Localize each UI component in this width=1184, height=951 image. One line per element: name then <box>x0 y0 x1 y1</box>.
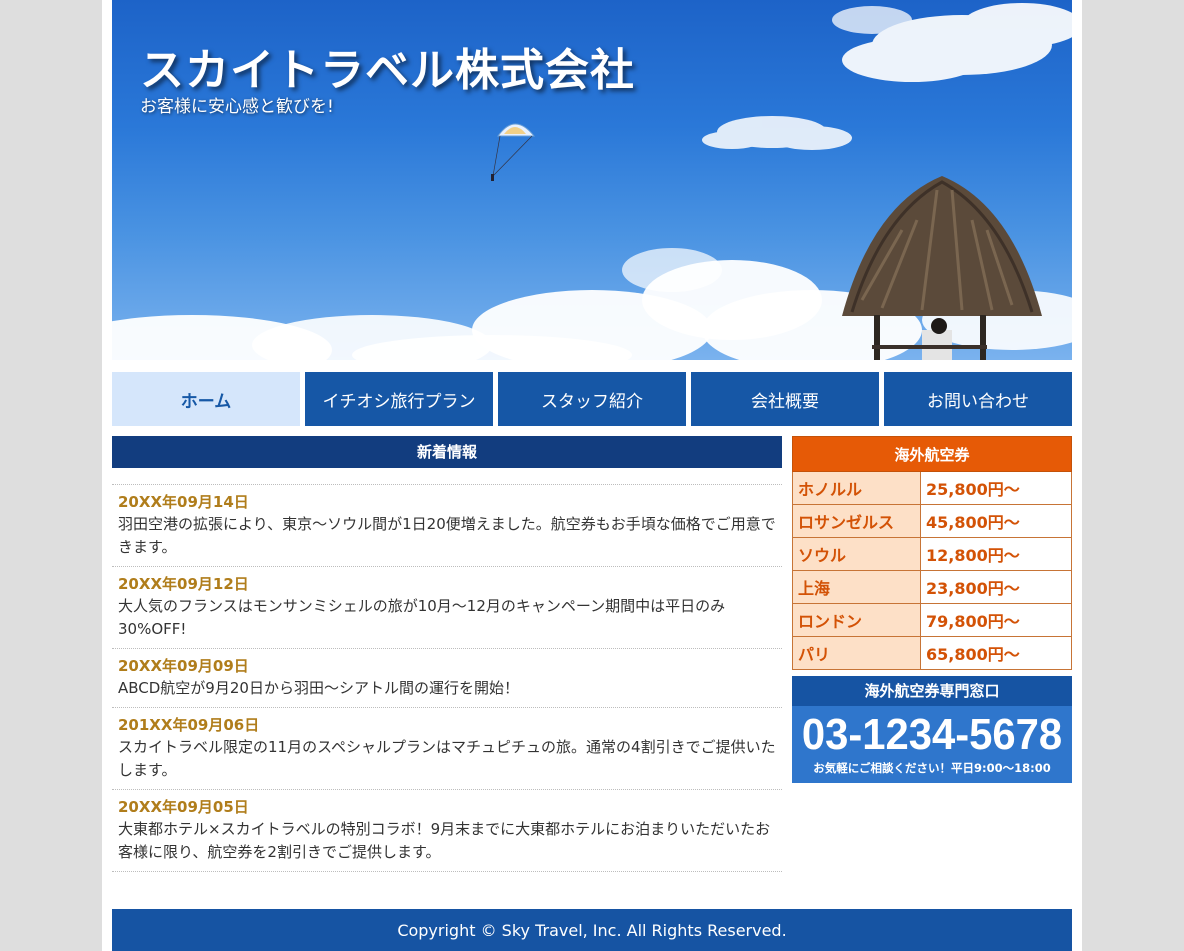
site-title: スカイトラベル株式会社 <box>140 45 635 96</box>
news-date: 20XX年09月12日 <box>118 575 249 593</box>
fare-row: パリ 65,800円～ <box>792 636 1072 670</box>
fare-price: 25,800円～ <box>920 471 1072 505</box>
fare-city: 上海 <box>792 570 921 604</box>
fare-price: 79,800円～ <box>920 603 1072 637</box>
news-text: 大東都ホテル×スカイトラベルの特別コラボ！9月末までに大東都ホテルにお泊まりいた… <box>118 820 771 861</box>
fare-row: ロサンゼルス 45,800円～ <box>792 504 1072 538</box>
fare-city: ソウル <box>792 537 921 571</box>
news-heading: 新着情報 <box>112 436 782 468</box>
fare-row: 上海 23,800円～ <box>792 570 1072 604</box>
nav-item-contact[interactable]: お問い合わせ <box>884 372 1072 426</box>
news-date: 201XX年09月06日 <box>118 716 260 734</box>
fare-price: 65,800円～ <box>920 636 1072 670</box>
fare-city: パリ <box>792 636 921 670</box>
nav-item-staff[interactable]: スタッフ紹介 <box>498 372 686 426</box>
news-text: 大人気のフランスはモンサンミシェルの旅が10月～12月のキャンペーン期間中は平日… <box>118 597 726 638</box>
news-item: 20XX年09月09日 ABCD航空が9月20日から羽田～シアトル間の運行を開始… <box>112 649 782 708</box>
fare-row: ホノルル 25,800円～ <box>792 471 1072 505</box>
fare-table-heading: 海外航空券 <box>792 436 1072 472</box>
nav-item-featured-plans[interactable]: イチオシ旅行プラン <box>305 372 493 426</box>
news-date: 20XX年09月09日 <box>118 657 249 675</box>
fare-city: ロサンゼルス <box>792 504 921 538</box>
news-date: 20XX年09月05日 <box>118 798 249 816</box>
contact-heading: 海外航空券専門窓口 <box>792 676 1072 706</box>
fare-row: ソウル 12,800円～ <box>792 537 1072 571</box>
news-item: 20XX年09月14日 羽田空港の拡張により、東京～ソウル間が1日20便増えまし… <box>112 485 782 567</box>
news-list: 20XX年09月14日 羽田空港の拡張により、東京～ソウル間が1日20便増えまし… <box>112 484 782 872</box>
copyright-text: Copyright © Sky Travel, Inc. All Rights … <box>397 920 787 940</box>
fare-price: 12,800円～ <box>920 537 1072 571</box>
contact-banner[interactable]: 海外航空券専門窓口 03-1234-5678 お気軽にご相談ください！平日9:0… <box>792 676 1072 783</box>
news-section: 新着情報 20XX年09月14日 羽田空港の拡張により、東京～ソウル間が1日20… <box>112 436 782 872</box>
news-text: 羽田空港の拡張により、東京～ソウル間が1日20便増えました。航空券もお手頃な価格… <box>118 515 776 556</box>
fare-city: ロンドン <box>792 603 921 637</box>
news-item: 201XX年09月06日 スカイトラベル限定の11月のスペシャルプランはマチュピ… <box>112 708 782 790</box>
site-subtitle: お客様に安心感と歓びを! <box>140 97 334 117</box>
header-banner: スカイトラベル株式会社 お客様に安心感と歓びを! <box>112 0 1072 360</box>
fare-price: 23,800円～ <box>920 570 1072 604</box>
fare-table: 海外航空券 ホノルル 25,800円～ ロサンゼルス 45,800円～ ソウル … <box>792 436 1072 670</box>
page: スカイトラベル株式会社 お客様に安心感と歓びを! ホーム イチオシ旅行プラン ス… <box>102 0 1082 951</box>
phone-number: 03-1234-5678 <box>801 710 1063 759</box>
sidebar: 海外航空券 ホノルル 25,800円～ ロサンゼルス 45,800円～ ソウル … <box>792 436 1072 783</box>
news-item: 20XX年09月05日 大東都ホテル×スカイトラベルの特別コラボ！9月末までに大… <box>112 790 782 872</box>
contact-body: 03-1234-5678 お気軽にご相談ください！平日9:00～18:00 <box>792 706 1072 783</box>
news-text: ABCD航空が9月20日から羽田～シアトル間の運行を開始！ <box>118 679 519 697</box>
fare-price: 45,800円～ <box>920 504 1072 538</box>
footer: Copyright © Sky Travel, Inc. All Rights … <box>112 909 1072 951</box>
fare-row: ロンドン 79,800円～ <box>792 603 1072 637</box>
news-date: 20XX年09月14日 <box>118 493 249 511</box>
news-item: 20XX年09月12日 大人気のフランスはモンサンミシェルの旅が10月～12月の… <box>112 567 782 649</box>
main-nav: ホーム イチオシ旅行プラン スタッフ紹介 会社概要 お問い合わせ <box>112 372 1072 426</box>
contact-hours-note: お気軽にご相談ください！平日9:00～18:00 <box>813 761 1051 775</box>
news-text: スカイトラベル限定の11月のスペシャルプランはマチュピチュの旅。通常の4割引きで… <box>118 738 776 779</box>
fare-city: ホノルル <box>792 471 921 505</box>
nav-item-company[interactable]: 会社概要 <box>691 372 879 426</box>
nav-item-home[interactable]: ホーム <box>112 372 300 426</box>
